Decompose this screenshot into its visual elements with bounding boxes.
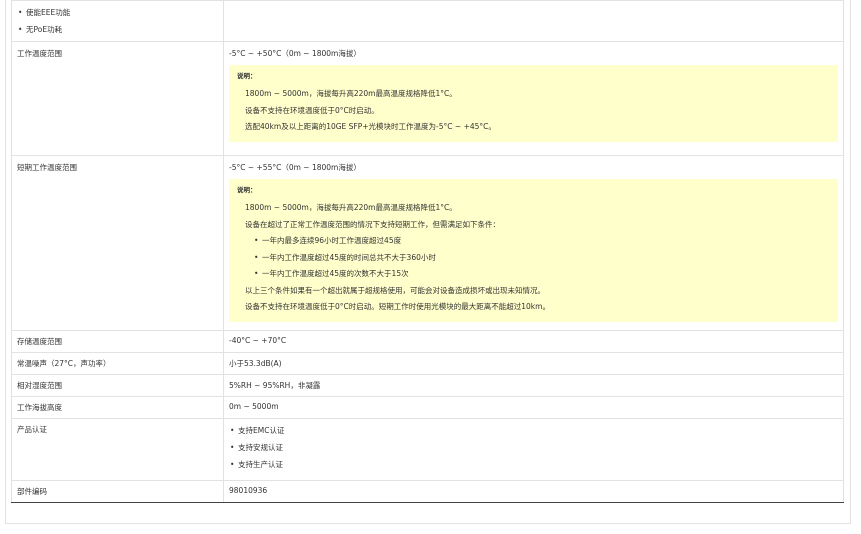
note-box: 说明： 1800m ~ 5000m，海拔每升高220m最高温度规格降低1°C。 …	[229, 179, 838, 322]
list-item: 一年内最多连续96小时工作温度超过45度	[253, 233, 830, 250]
table-row: 常温噪声（27°C，声功率） 小于53.3dB(A)	[11, 352, 844, 375]
table-row: 使能EEE功能 无PoE功耗	[11, 0, 844, 42]
table-row: 相对湿度范围 5%RH ~ 95%RH，非凝露	[11, 374, 844, 397]
row-value: 98010936	[223, 480, 844, 503]
note-box: 说明： 1800m ~ 5000m，海拔每升高220m最高温度规格降低1°C。 …	[229, 65, 838, 142]
row-value: -40°C ~ +70°C	[223, 330, 844, 353]
row-value: 5%RH ~ 95%RH，非凝露	[223, 374, 844, 397]
list-item: 支持安规认证	[229, 439, 838, 456]
row-value: 0m ~ 5000m	[223, 396, 844, 419]
note-line: 设备在超过了正常工作温度范围的情况下支持短期工作，但需满足如下条件：	[245, 219, 500, 229]
condition-list: 一年内最多连续96小时工作温度超过45度 一年内工作温度超过45度的时间总共不大…	[237, 233, 830, 283]
note-label: 说明：	[237, 72, 257, 80]
row-key: 存储温度范围	[11, 330, 224, 353]
spec-table: 使能EEE功能 无PoE功耗 工作温度范围 -5°C ~ +50°C（0m ~ …	[11, 0, 844, 503]
row-value: -5°C ~ +50°C（0m ~ 1800m海拔）	[229, 49, 361, 58]
row-key: 工作海拔高度	[11, 396, 224, 419]
note-line: 设备不支持在环境温度低于0°C时启动。	[245, 105, 379, 115]
feature-list: 使能EEE功能 无PoE功耗	[17, 4, 218, 38]
row-value-cell: 支持EMC认证 支持安规认证 支持生产认证	[223, 418, 844, 481]
row-value-cell: -5°C ~ +50°C（0m ~ 1800m海拔） 说明： 1800m ~ 5…	[223, 41, 844, 156]
table-row: 存储温度范围 -40°C ~ +70°C	[11, 330, 844, 353]
note-line: 设备不支持在环境温度低于0°C时启动。短期工作时使用光模块的最大距离不能超过10…	[245, 302, 550, 311]
list-item: 无PoE功耗	[17, 21, 218, 38]
table-row: 部件编码 98010936	[11, 480, 844, 503]
list-item: 支持生产认证	[229, 456, 838, 473]
row-key: 产品认证	[11, 418, 224, 481]
empty-cell	[223, 0, 844, 42]
note-label: 说明：	[237, 186, 257, 194]
row-key: 部件编码	[11, 480, 224, 503]
note-line: 以上三个条件如果有一个超出就属于超规格使用，可能会对设备造成损坏或出现未知情况。	[245, 285, 545, 295]
table-row: 工作温度范围 -5°C ~ +50°C（0m ~ 1800m海拔） 说明： 18…	[11, 41, 844, 156]
note-line: 选配40km及以上距离的10GE SFP+光模块时工作温度为-5°C ~ +45…	[245, 122, 496, 131]
row-key: 工作温度范围	[11, 41, 224, 156]
list-item: 一年内工作温度超过45度的次数不大于15次	[253, 266, 830, 283]
table-row: 产品认证 支持EMC认证 支持安规认证 支持生产认证	[11, 418, 844, 481]
note-line: 1800m ~ 5000m，海拔每升高220m最高温度规格降低1°C。	[245, 203, 457, 212]
row-key: 相对湿度范围	[11, 374, 224, 397]
row-value-cell: -5°C ~ +55°C（0m ~ 1800m海拔） 说明： 1800m ~ 5…	[223, 155, 844, 331]
row-value: 小于53.3dB(A)	[223, 352, 844, 375]
table-row: 短期工作温度范围 -5°C ~ +55°C（0m ~ 1800m海拔） 说明： …	[11, 155, 844, 331]
certification-list: 支持EMC认证 支持安规认证 支持生产认证	[229, 422, 838, 473]
row-key: 短期工作温度范围	[11, 155, 224, 331]
list-item: 一年内工作温度超过45度的时间总共不大于360小时	[253, 250, 830, 267]
feature-list-cell: 使能EEE功能 无PoE功耗	[11, 0, 224, 42]
note-line: 1800m ~ 5000m，海拔每升高220m最高温度规格降低1°C。	[245, 89, 457, 98]
list-item: 支持EMC认证	[229, 422, 838, 439]
list-item: 使能EEE功能	[17, 4, 218, 21]
table-row: 工作海拔高度 0m ~ 5000m	[11, 396, 844, 419]
row-value: -5°C ~ +55°C（0m ~ 1800m海拔）	[229, 163, 361, 172]
row-key: 常温噪声（27°C，声功率）	[11, 352, 224, 375]
